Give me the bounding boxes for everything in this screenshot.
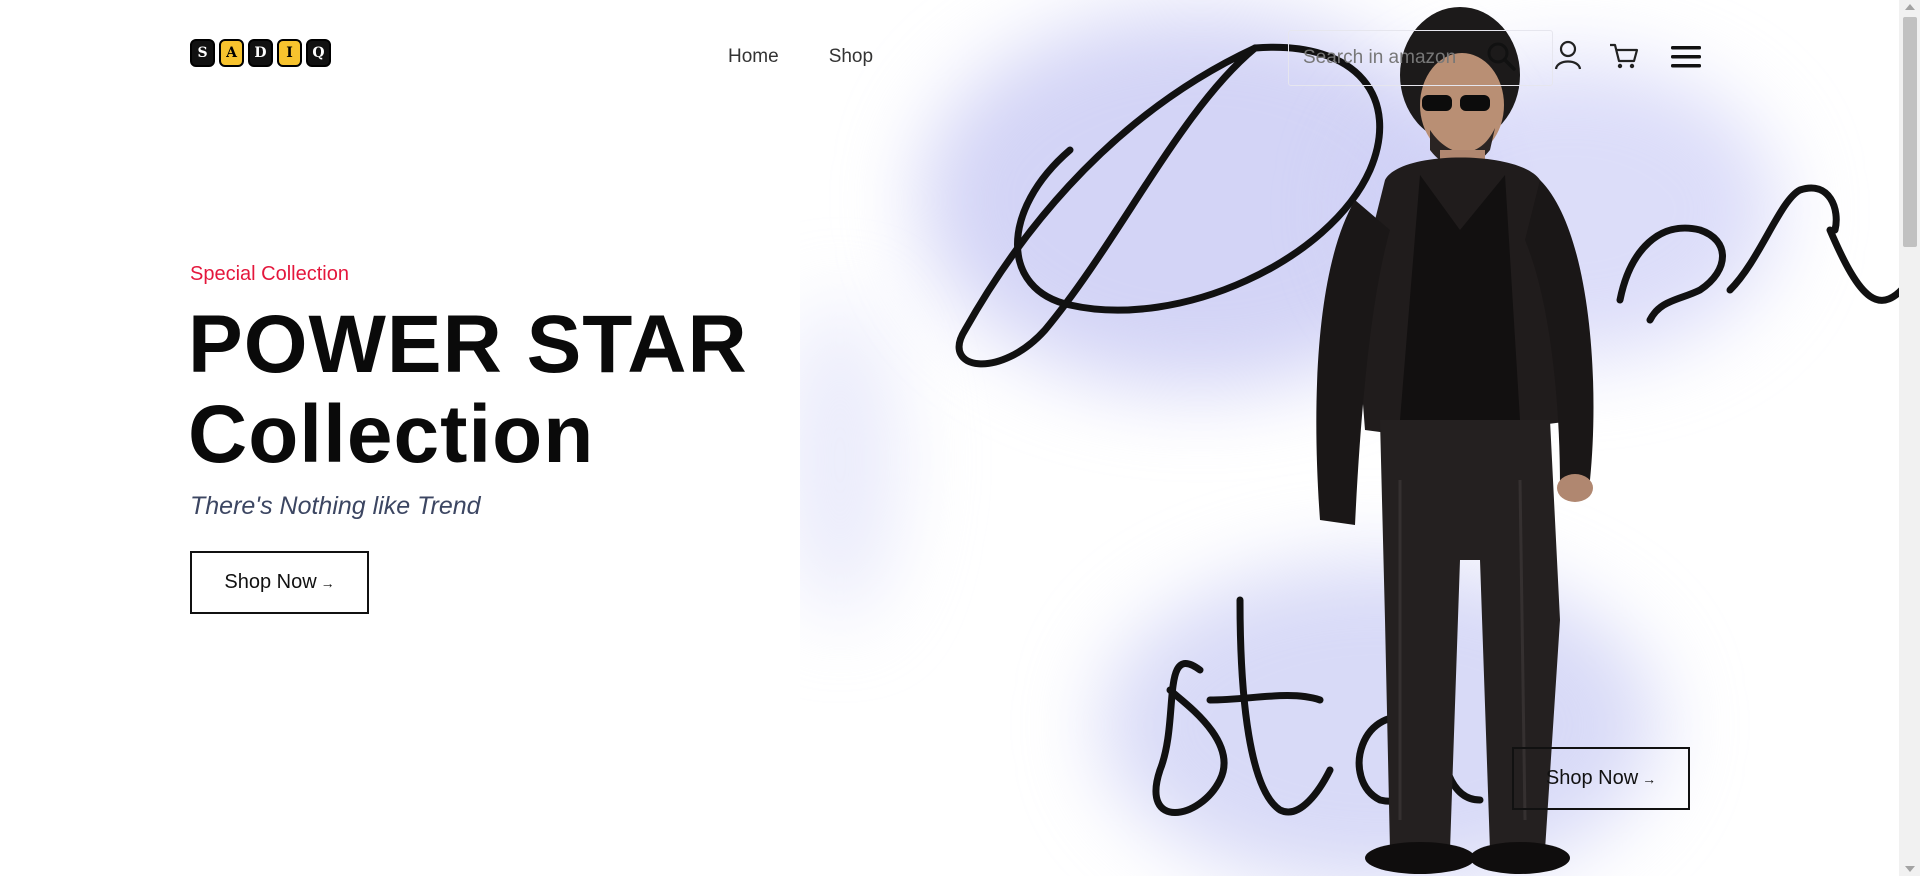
user-icon[interactable]: [1554, 40, 1582, 70]
shop-now-button[interactable]: Shop Now →: [190, 551, 369, 614]
arrow-right-icon: →: [1642, 770, 1657, 787]
hero-tagline: There's Nothing like Trend: [190, 492, 481, 520]
nav-link-shop[interactable]: Shop: [829, 46, 873, 68]
shop-now-button-secondary[interactable]: Shop Now →: [1512, 747, 1690, 810]
site-logo[interactable]: S A D I Q: [190, 39, 331, 67]
logo-letter: A: [219, 39, 244, 67]
logo-letter: S: [190, 39, 215, 67]
headline-line-2: Collection: [188, 389, 595, 480]
hero-image: [800, 0, 1900, 876]
hamburger-menu-icon[interactable]: [1670, 44, 1702, 70]
scroll-up-arrow-icon[interactable]: [1905, 4, 1915, 10]
scrollbar-thumb[interactable]: [1903, 17, 1917, 247]
nav-link-home[interactable]: Home: [728, 46, 779, 68]
headline-line-1: POWER STAR: [188, 299, 748, 390]
model-figure: [1316, 7, 1594, 874]
hero-eyebrow: Special Collection: [190, 263, 349, 285]
shop-now-label: Shop Now: [224, 571, 317, 593]
hero-headline: POWER STAR Collection: [188, 300, 788, 480]
scroll-down-arrow-icon[interactable]: [1905, 866, 1915, 872]
logo-letter: I: [277, 39, 302, 67]
shop-now-label: Shop Now: [1545, 767, 1639, 789]
logo-letter: Q: [306, 39, 331, 67]
logo-letter: D: [248, 39, 273, 67]
main-nav: Home Shop: [728, 46, 873, 68]
search-icon[interactable]: [1486, 41, 1516, 71]
search-input[interactable]: [1303, 47, 1493, 69]
vertical-scrollbar[interactable]: [1899, 0, 1920, 876]
cart-icon[interactable]: [1609, 42, 1639, 70]
arrow-right-icon: →: [320, 574, 335, 591]
